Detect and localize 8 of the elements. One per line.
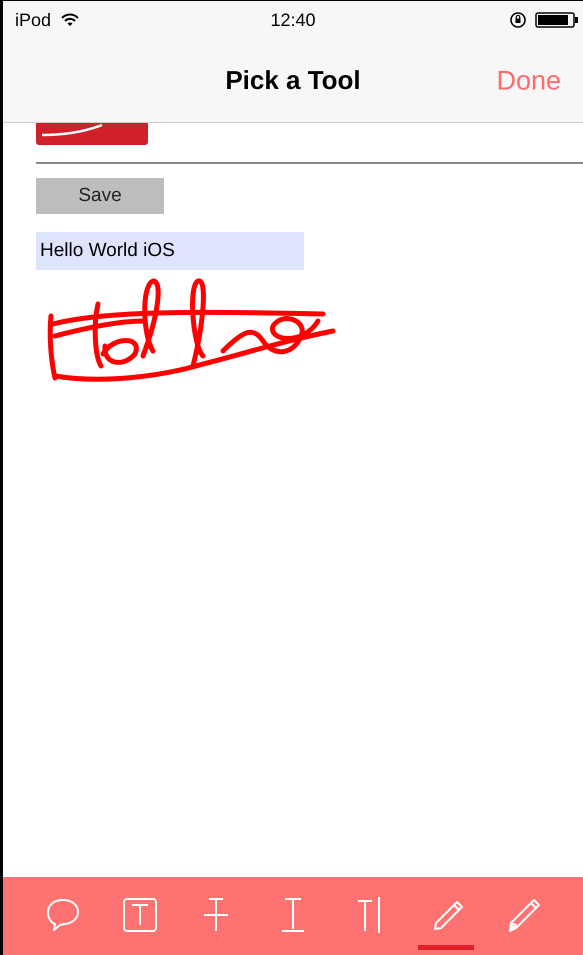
text-input-field[interactable]: Hello World iOS xyxy=(36,232,304,270)
wifi-icon xyxy=(61,13,80,27)
battery-icon xyxy=(535,11,579,29)
clock-time: 12:40 xyxy=(270,10,316,30)
save-button[interactable]: Save xyxy=(36,178,164,214)
carrier-name: iPod xyxy=(15,10,52,30)
rotation-lock-icon xyxy=(509,11,527,29)
nav-title: Pick a Tool xyxy=(225,65,361,96)
